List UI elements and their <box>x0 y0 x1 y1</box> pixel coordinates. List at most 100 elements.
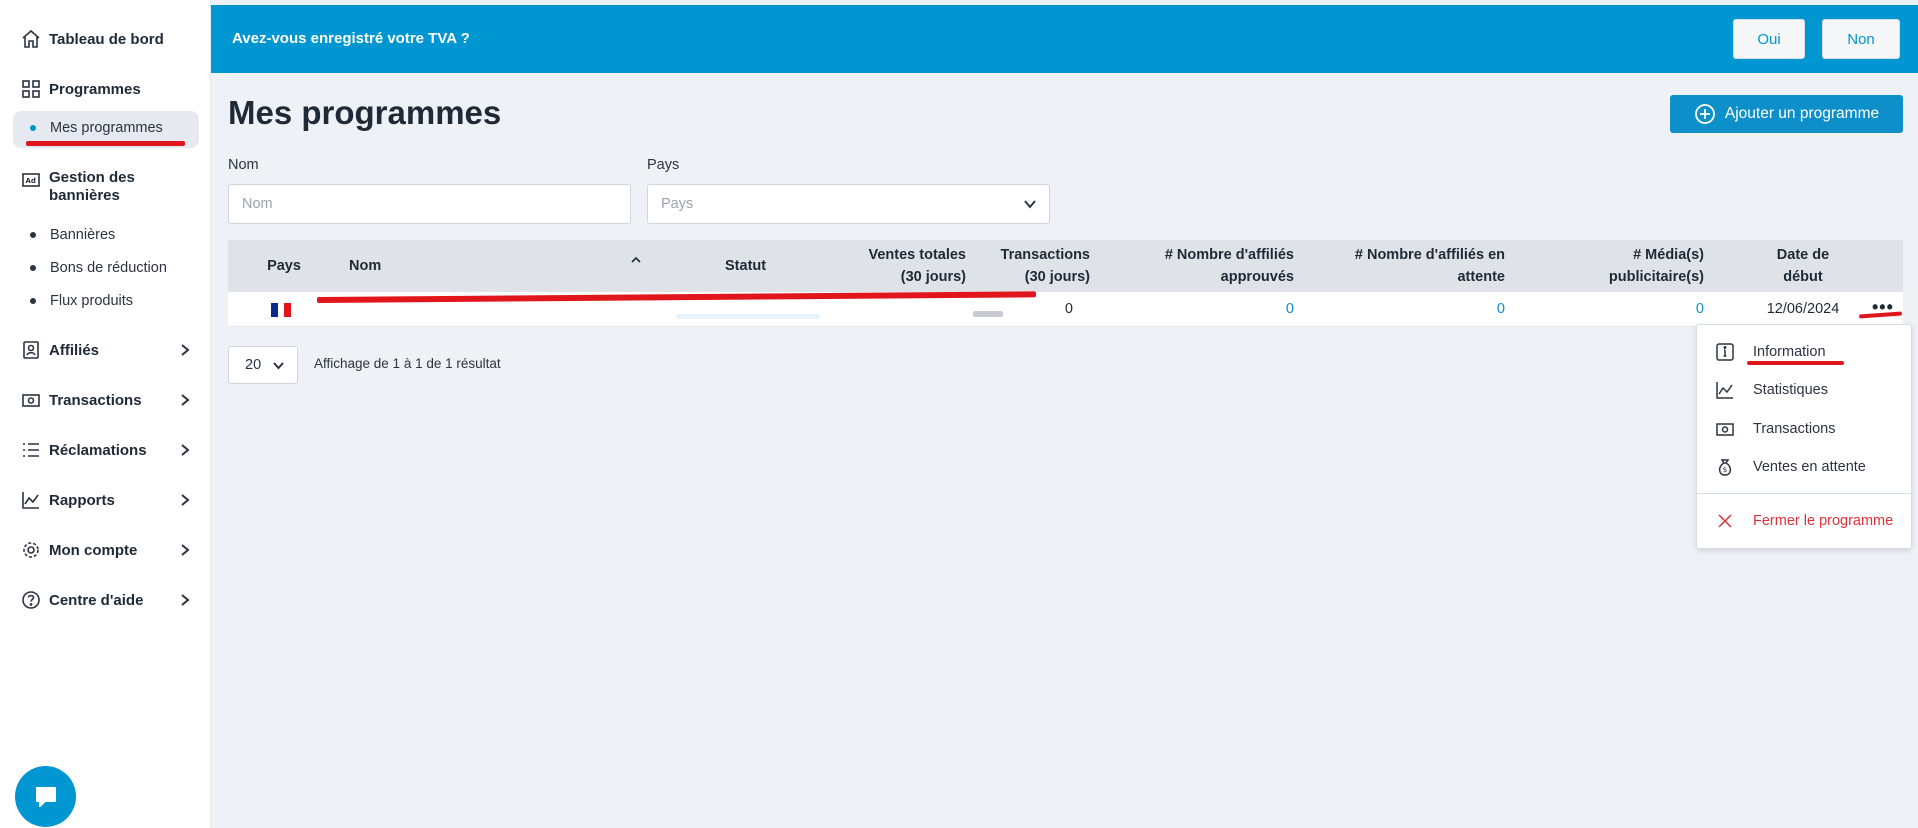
column-header-nom[interactable]: Nom <box>349 255 381 277</box>
menu-item-label: Fermer le programme <box>1753 513 1894 529</box>
cell-attente[interactable]: 0 <box>1308 301 1505 317</box>
column-header-date[interactable]: Date de début <box>1748 244 1858 288</box>
status-badge <box>676 314 820 319</box>
plus-circle-icon <box>1694 104 1715 124</box>
grid-icon <box>20 78 42 100</box>
sidebar-subitem-bons[interactable]: Bons de réduction <box>30 260 167 276</box>
sidebar-item-programmes[interactable]: Programmes <box>20 78 141 100</box>
bullet-icon <box>30 265 36 271</box>
sidebar-item-label: Gestion des bannières <box>49 169 135 204</box>
home-icon <box>20 28 42 50</box>
chevron-right-icon <box>178 393 192 407</box>
vat-no-button[interactable]: Non <box>1822 19 1900 59</box>
chat-bubble-icon <box>31 782 61 812</box>
name-filter-input[interactable] <box>228 184 631 224</box>
row-actions-menu: Information Statistiques Transactions $ … <box>1696 324 1913 549</box>
add-programme-label: Ajouter un programme <box>1724 105 1880 122</box>
sidebar-item-label: Transactions <box>49 391 142 409</box>
sidebar-item-transactions[interactable]: Transactions <box>20 389 142 411</box>
active-dot-icon <box>30 125 36 131</box>
sidebar-subitem-label: Flux produits <box>50 293 134 309</box>
chevron-right-icon <box>178 543 192 557</box>
ad-icon: Ad <box>20 169 42 191</box>
column-header-pays[interactable]: Pays <box>254 255 314 277</box>
per-page-value: 20 <box>245 357 262 373</box>
svg-text:$: $ <box>1723 466 1727 474</box>
sidebar-item-label: Réclamations <box>49 441 147 459</box>
sidebar-subitem-label: Bannières <box>50 227 116 243</box>
sidebar-item-rapports[interactable]: Rapports <box>20 489 115 511</box>
menu-item-label: Transactions <box>1753 421 1836 437</box>
list-icon <box>20 439 42 461</box>
column-header-media[interactable]: # Média(s) publicitaire(s) <box>1528 244 1704 288</box>
column-header-attente[interactable]: # Nombre d'affiliés en attente <box>1308 244 1505 288</box>
menu-item-label: Ventes en attente <box>1753 459 1866 475</box>
sidebar: Tableau de bord Programmes Mes programme… <box>0 0 211 828</box>
sidebar-subitem-mes-programmes[interactable]: Mes programmes <box>30 120 163 136</box>
sidebar-item-reclamations[interactable]: Réclamations <box>20 439 147 461</box>
money-icon <box>20 389 42 411</box>
money-icon <box>1715 419 1735 439</box>
bullet-icon <box>30 232 36 238</box>
sidebar-item-dashboard[interactable]: Tableau de bord <box>20 28 164 50</box>
sidebar-item-aide[interactable]: Centre d'aide <box>20 589 143 611</box>
sort-asc-icon[interactable] <box>630 253 642 265</box>
france-flag-icon <box>271 303 292 317</box>
chart-line-icon <box>1715 380 1735 400</box>
annotation-underline <box>26 141 185 146</box>
sidebar-item-label: Programmes <box>49 80 141 98</box>
menu-item-label: Statistiques <box>1753 382 1828 398</box>
sidebar-item-affilies[interactable]: Affiliés <box>20 339 99 361</box>
chevron-right-icon <box>178 343 192 357</box>
column-header-ventes[interactable]: Ventes totales (30 jours) <box>838 244 966 288</box>
add-programme-button[interactable]: Ajouter un programme <box>1670 95 1903 133</box>
bullet-icon <box>30 298 36 304</box>
sidebar-item-label: Centre d'aide <box>49 591 144 609</box>
vat-question: Avez-vous enregistré votre TVA ? <box>232 30 470 47</box>
annotation-underline <box>1747 361 1844 365</box>
money-bag-icon: $ <box>1715 457 1735 477</box>
chevron-down-icon <box>1023 197 1037 211</box>
help-circle-icon <box>20 589 42 611</box>
column-header-approuves[interactable]: # Nombre d'affiliés approuvés <box>1108 244 1294 288</box>
cell-media[interactable]: 0 <box>1528 301 1704 317</box>
main-content: Avez-vous enregistré votre TVA ? Oui Non… <box>211 0 1918 828</box>
more-actions-icon[interactable]: ••• <box>1872 298 1894 316</box>
chevron-right-icon <box>178 593 192 607</box>
menu-divider <box>1697 493 1913 494</box>
sidebar-item-label: Tableau de bord <box>49 30 164 48</box>
country-select-placeholder: Pays <box>661 196 694 212</box>
chevron-down-icon <box>273 362 284 370</box>
menu-item-label: Information <box>1753 344 1826 360</box>
sidebar-subitem-bannieres[interactable]: Bannières <box>30 227 115 243</box>
cell-transactions: 0 <box>1064 301 1073 317</box>
sidebar-subitem-label: Mes programmes <box>50 120 163 136</box>
vat-banner: Avez-vous enregistré votre TVA ? Oui Non <box>211 5 1918 73</box>
cell-approuves[interactable]: 0 <box>1083 301 1294 317</box>
chevron-right-icon <box>178 443 192 457</box>
sidebar-item-label: Mon compte <box>49 541 138 559</box>
table-header: Pays Nom Statut Ventes totales (30 jours)… <box>228 240 1903 292</box>
menu-item-statistiques[interactable]: Statistiques <box>1697 373 1913 407</box>
menu-item-ventes-attente[interactable]: $ Ventes en attente <box>1697 450 1913 484</box>
svg-text:Ad: Ad <box>26 177 36 185</box>
menu-item-fermer[interactable]: Fermer le programme <box>1697 504 1913 538</box>
cell-date: 12/06/2024 <box>1766 301 1840 317</box>
country-filter-label: Pays <box>647 157 680 173</box>
chat-button[interactable] <box>15 766 76 827</box>
info-icon <box>1715 342 1735 362</box>
sidebar-item-banners[interactable]: Ad Gestion des bannières <box>20 169 135 205</box>
sidebar-subitem-flux[interactable]: Flux produits <box>30 293 133 309</box>
column-header-statut[interactable]: Statut <box>725 255 766 277</box>
gear-icon <box>20 539 42 561</box>
country-filter-select[interactable]: Pays <box>647 184 1050 224</box>
pagination-summary: Affichage de 1 à 1 de 1 résultat <box>314 356 501 371</box>
chart-line-icon <box>20 489 42 511</box>
per-page-select[interactable]: 20 <box>228 346 298 384</box>
vat-yes-button[interactable]: Oui <box>1733 19 1805 59</box>
page-title: Mes programmes <box>228 94 502 131</box>
menu-item-transactions[interactable]: Transactions <box>1697 412 1913 446</box>
sidebar-item-label: Affiliés <box>49 341 100 359</box>
sidebar-item-compte[interactable]: Mon compte <box>20 539 137 561</box>
column-header-transactions[interactable]: Transactions (30 jours) <box>968 244 1090 288</box>
